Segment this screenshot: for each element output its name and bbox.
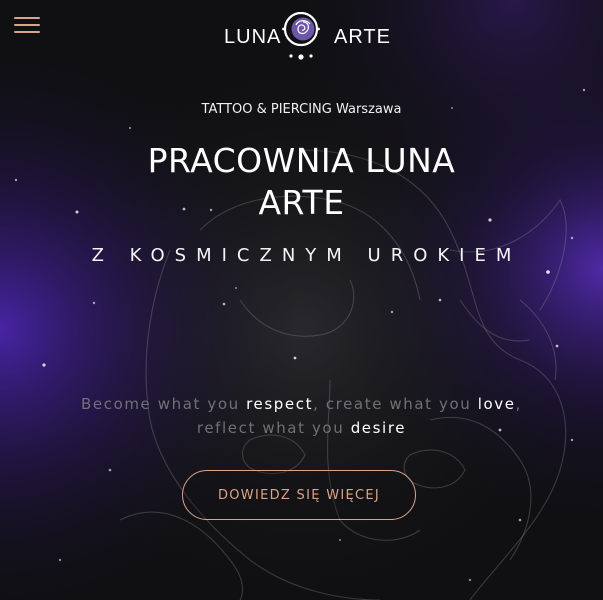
hero-kicker: TATTOO & PIERCING Warszawa <box>201 102 402 117</box>
motto-line-1: Become what you respect, create what you… <box>0 392 603 416</box>
motto-text: Become what you <box>81 395 247 413</box>
motto-line-2: reflect what you desire <box>0 416 603 440</box>
page-title: PRACOWNIA LUNA ARTE <box>0 140 603 224</box>
logo-text-left: LUNA <box>224 26 282 48</box>
motto-text: reflect what you <box>196 419 351 437</box>
title-line-1: PRACOWNIA LUNA <box>147 141 456 180</box>
hero-subtitle: Z KOSMICZNYM UROKIEM <box>91 245 522 266</box>
motto-text: , create what you <box>313 395 478 413</box>
logo-text-right: ARTE <box>334 26 391 48</box>
motto-text: , <box>515 395 522 413</box>
motto-highlight-respect: respect <box>246 395 314 413</box>
learn-more-button[interactable]: DOWIEDZ SIĘ WIĘCEJ <box>182 470 416 520</box>
title-line-2: ARTE <box>258 183 345 222</box>
moon-rose-icon <box>282 12 320 60</box>
site-logo[interactable]: LUNA ARTE <box>0 12 603 62</box>
motto-highlight-love: love <box>477 395 516 413</box>
hero-motto: Become what you respect, create what you… <box>0 392 603 440</box>
motto-highlight-desire: desire <box>350 419 407 437</box>
